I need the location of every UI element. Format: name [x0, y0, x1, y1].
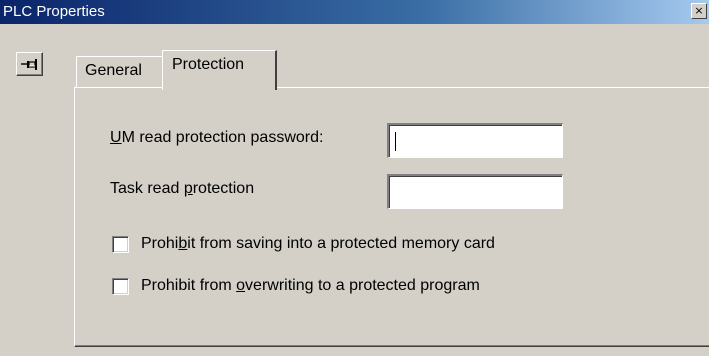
- task-protection-label: Task read protection: [110, 180, 255, 197]
- pushpin-icon: [21, 59, 37, 70]
- task-protection-field[interactable]: [387, 174, 563, 209]
- text-cursor: [395, 132, 396, 151]
- tab-general-label: General: [85, 62, 142, 79]
- tab-protection-label: Protection: [172, 56, 245, 73]
- pin-button[interactable]: [16, 52, 43, 76]
- title-bar[interactable]: PLC Properties ×: [0, 0, 709, 24]
- window-title: PLC Properties: [3, 3, 105, 20]
- tab-general[interactable]: General: [76, 56, 164, 87]
- prohibit-saving-label: Prohibit from saving into a protected me…: [141, 235, 495, 252]
- prohibit-overwriting-checkbox[interactable]: [112, 278, 129, 295]
- prohibit-overwriting-label: Prohibit from overwriting to a protected…: [141, 277, 480, 294]
- plc-properties-window: PLC Properties × General Protection UM r…: [0, 0, 709, 356]
- protection-tab-panel: UM read protection password: Task read p…: [74, 87, 709, 347]
- tab-protection[interactable]: Protection: [162, 50, 277, 90]
- um-password-field[interactable]: [387, 123, 563, 158]
- um-password-label: UM read protection password:: [110, 129, 324, 146]
- prohibit-saving-checkbox[interactable]: [112, 236, 129, 253]
- close-icon[interactable]: ×: [691, 3, 707, 19]
